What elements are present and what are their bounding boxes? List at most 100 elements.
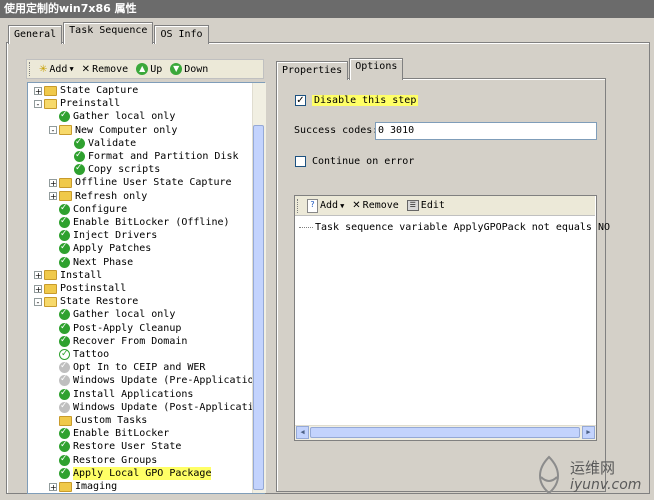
success-codes-label: Success codes:	[294, 125, 379, 136]
tab-general[interactable]: General	[8, 25, 63, 44]
tree-item-restore-groups[interactable]: Restore Groups	[49, 453, 157, 467]
tree-item-format-and-partition-disk[interactable]: Format and Partition Disk	[64, 149, 239, 163]
task-sequence-tree[interactable]: +State Capture-PreinstallGather local on…	[27, 82, 265, 494]
tree-item-label: Enable BitLocker (Offline)	[73, 217, 230, 228]
tree-item-apply-patches[interactable]: Apply Patches	[49, 241, 151, 255]
tree-item-configure[interactable]: Configure	[49, 202, 127, 216]
collapse-icon[interactable]: -	[34, 297, 42, 306]
up-button[interactable]: ▲ Up	[134, 61, 164, 77]
disable-step-checkbox[interactable]: ✓	[295, 95, 306, 106]
conditions-toolbar: ? Add ▼ ✕ Remove ☰ Edit	[295, 196, 595, 216]
add-sparkle-icon: ✳	[39, 63, 48, 75]
collapse-icon[interactable]: -	[34, 99, 42, 108]
step-ok-icon	[74, 162, 85, 176]
down-button[interactable]: ▼ Down	[168, 61, 210, 77]
expand-icon[interactable]: +	[34, 284, 42, 293]
tree-item-validate[interactable]: Validate	[64, 136, 136, 150]
tree-item-label: Recover From Domain	[73, 335, 188, 347]
condition-add-label: Add	[320, 200, 339, 211]
tree-item-install-applications[interactable]: Install Applications	[49, 387, 193, 401]
tab-os-info[interactable]: OS Info	[154, 25, 209, 44]
expand-icon[interactable]: +	[49, 482, 57, 491]
scroll-left-arrow-icon[interactable]: ◀	[296, 426, 309, 439]
tree-item-windows-update-pre-applicatio[interactable]: Windows Update (Pre-Applicatio	[49, 373, 254, 387]
tree-item-postinstall[interactable]: + Postinstall	[34, 282, 126, 295]
condition-edit-label: Edit	[420, 200, 445, 211]
tree-item-apply-local-gpo-package[interactable]: Apply Local GPO Package	[49, 466, 212, 480]
tree-item-install[interactable]: + Install	[34, 269, 102, 282]
tree-item-gather-local-only[interactable]: Gather local only	[49, 109, 175, 123]
tree-item-recover-from-domain[interactable]: Recover From Domain	[49, 334, 188, 348]
condition-item[interactable]: Task sequence variable ApplyGPOPack not …	[299, 222, 610, 233]
step-ok-icon	[59, 334, 70, 347]
tree-item-label: Next Phase	[73, 256, 134, 268]
conditions-scroll-thumb[interactable]	[310, 427, 580, 438]
sequence-toolbar: ✳ Add ▼ ✕ Remove ▲ Up ▼ Down	[26, 59, 264, 79]
toolbar-grip[interactable]	[29, 62, 33, 76]
tab-task-sequence[interactable]: Task Sequence	[63, 22, 154, 44]
success-codes-input[interactable]: 0 3010	[375, 122, 597, 140]
condition-remove-button[interactable]: ✕ Remove	[350, 198, 401, 214]
tree-item-inject-drivers[interactable]: Inject Drivers	[49, 228, 157, 242]
expand-icon[interactable]: +	[49, 178, 57, 187]
add-condition-icon: ?	[307, 198, 318, 213]
expand-icon[interactable]: +	[34, 271, 42, 280]
tab-properties[interactable]: Properties	[276, 61, 349, 80]
step-ok-icon	[59, 321, 70, 334]
tree-item-tattoo[interactable]: Tattoo	[49, 348, 109, 361]
remove-button[interactable]: ✕ Remove	[80, 61, 131, 77]
expand-icon[interactable]: +	[49, 192, 57, 201]
tree-item-next-phase[interactable]: Next Phase	[49, 255, 134, 269]
tab-options[interactable]: Options	[349, 58, 404, 80]
step-ok-icon	[59, 202, 70, 215]
condition-item-text: Task sequence variable ApplyGPOPack not …	[315, 222, 611, 233]
conditions-toolbar-grip[interactable]	[297, 198, 301, 213]
tree-item-custom-tasks[interactable]: Custom Tasks	[49, 414, 147, 427]
tree-item-refresh-only[interactable]: + Refresh only	[49, 190, 147, 203]
disable-step-label: Disable this step	[312, 95, 419, 106]
tree-item-copy-scripts[interactable]: Copy scripts	[64, 162, 160, 176]
tree-item-state-restore[interactable]: - State Restore	[34, 295, 138, 308]
continue-on-error-checkbox[interactable]	[295, 156, 306, 167]
tree-item-offline-user-state-capture[interactable]: + Offline User State Capture	[49, 176, 232, 189]
tree-item-state-capture[interactable]: + State Capture	[34, 84, 138, 97]
tree-item-imaging[interactable]: + Imaging	[49, 480, 117, 493]
tree-item-label: Imaging	[75, 481, 118, 492]
condition-edit-button[interactable]: ☰ Edit	[405, 198, 447, 214]
collapse-icon[interactable]: -	[49, 126, 57, 135]
watermark-logo-icon	[539, 455, 559, 495]
tree-item-enable-bitlocker[interactable]: Enable BitLocker	[49, 426, 169, 440]
tree-item-post-apply-cleanup[interactable]: Post-Apply Cleanup	[49, 321, 181, 335]
tree-item-label: Refresh only	[75, 190, 148, 202]
tree-scroll-thumb[interactable]	[253, 125, 264, 490]
tree-item-gather-local-only[interactable]: Gather local only	[49, 307, 175, 321]
expand-icon[interactable]: +	[34, 86, 42, 95]
tree-item-new-computer-only[interactable]: - New Computer only	[49, 124, 177, 137]
folder-icon	[59, 177, 72, 188]
down-arrow-icon: ▼	[170, 63, 183, 75]
condition-remove-label: Remove	[362, 200, 399, 211]
down-label: Down	[184, 63, 209, 75]
tree-item-label: Tattoo	[73, 349, 110, 360]
dropdown-arrow-icon: ▼	[69, 65, 74, 73]
folder-icon	[44, 85, 57, 96]
tree-item-label: Preinstall	[60, 98, 121, 110]
step-ok-icon	[74, 136, 85, 149]
tree-item-opt-in-to-ceip-and-wer[interactable]: Opt In to CEIP and WER	[49, 360, 205, 374]
tree-item-windows-update-post-applicati[interactable]: Windows Update (Post-Applicati	[49, 400, 254, 414]
condition-add-button[interactable]: ? Add ▼	[305, 198, 346, 214]
folder-icon	[59, 415, 72, 426]
folder-icon	[59, 481, 72, 492]
scroll-right-arrow-icon[interactable]: ▶	[582, 426, 595, 439]
folder-icon	[44, 270, 57, 281]
continue-on-error-label: Continue on error	[312, 156, 415, 167]
tree-item-label: Install	[60, 269, 103, 281]
tree-item-preinstall[interactable]: - Preinstall	[34, 97, 120, 110]
tree-item-enable-bitlocker-offline[interactable]: Enable BitLocker (Offline)	[49, 215, 230, 229]
tree-item-restore-user-state[interactable]: Restore User State	[49, 439, 181, 453]
remove-x-icon: ✕	[352, 200, 361, 211]
add-button[interactable]: ✳ Add ▼	[37, 61, 76, 77]
watermark-en: iyunv.com	[570, 477, 642, 493]
step-ok-icon	[59, 307, 70, 321]
up-label: Up	[150, 63, 163, 75]
